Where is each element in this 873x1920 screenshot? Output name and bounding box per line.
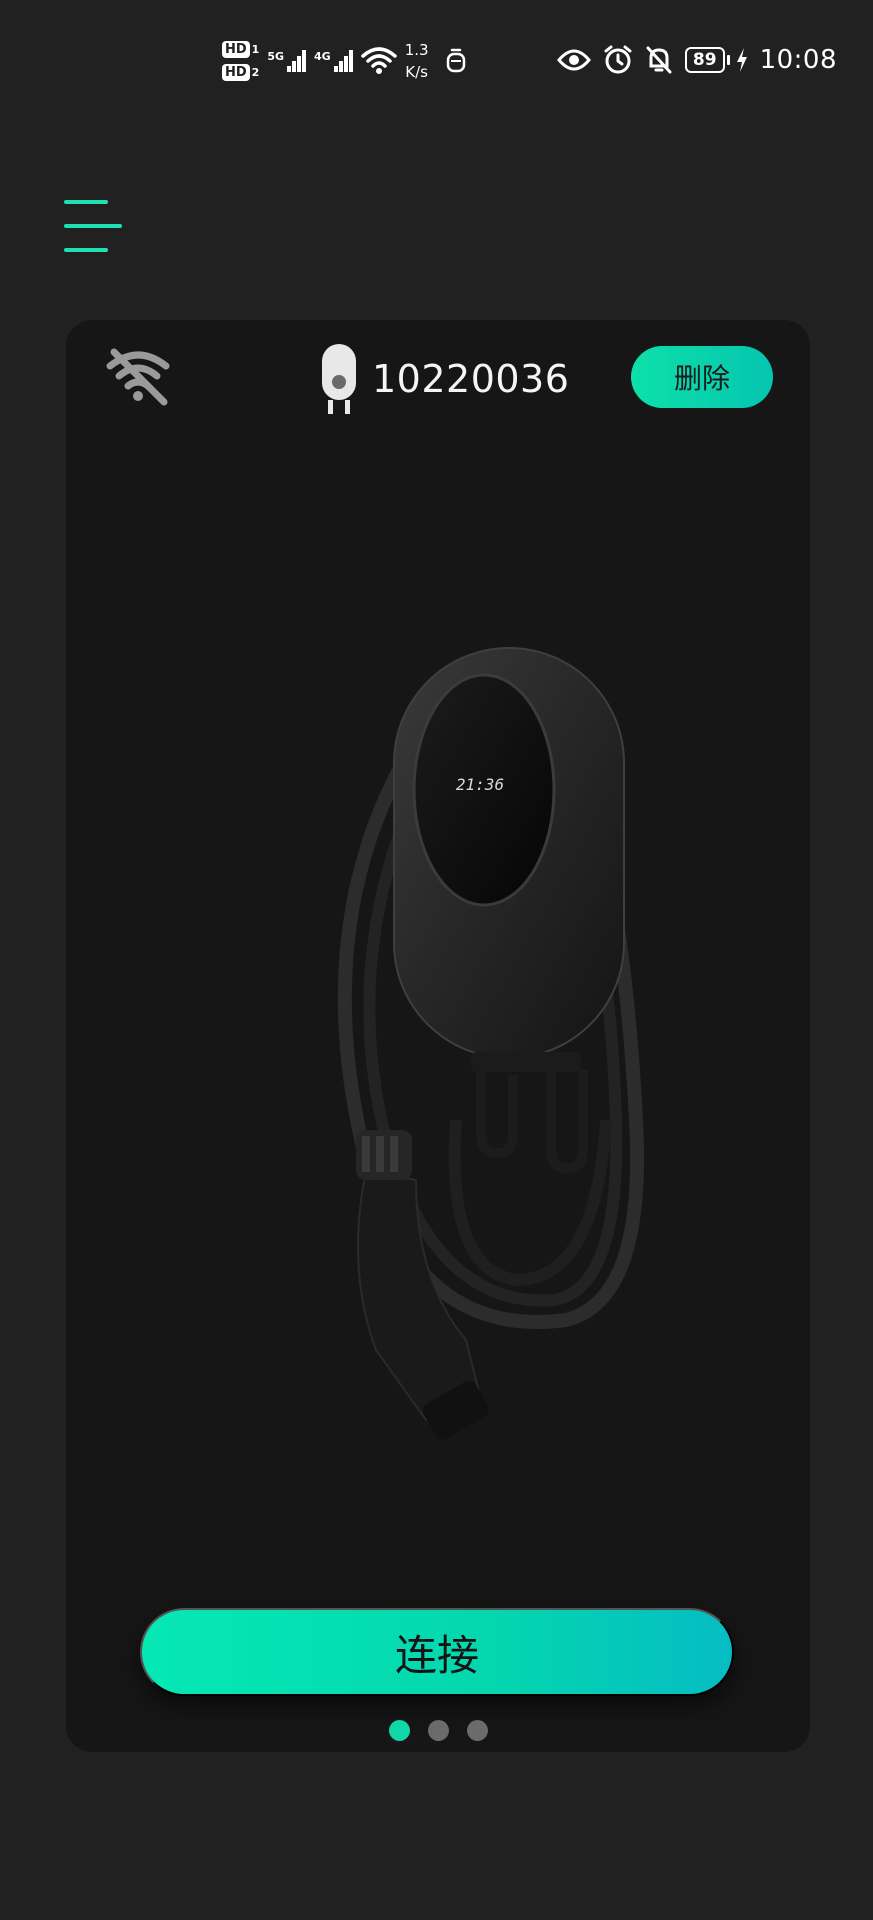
page-dot-3[interactable] (466, 1720, 488, 1741)
page-dot-1[interactable] (388, 1720, 410, 1741)
hd-badge-2: HD 2 (222, 64, 259, 81)
delete-button[interactable]: 删除 (631, 346, 773, 408)
charger-plug-icon (322, 344, 356, 414)
signal-5g-icon: 5G (267, 50, 307, 72)
clock: 10:08 (759, 45, 837, 75)
device-card: 10220036 删除 21:36 连接 (66, 320, 810, 1752)
hd-badge-1: HD 1 (222, 41, 259, 58)
nfc-icon (446, 48, 465, 73)
charger-screen-text: 21:36 (456, 775, 504, 794)
menu-icon[interactable] (64, 200, 124, 256)
battery-icon: 89 (684, 47, 730, 73)
status-bar: HD 1 HD 2 5G 4G 1.3 K/s 89 10:08 (0, 0, 873, 120)
page-dot-2[interactable] (427, 1720, 449, 1741)
wifi-off-icon (106, 348, 170, 406)
mute-bell-icon (646, 46, 672, 74)
device-id: 10220036 (372, 357, 570, 401)
signal-4g-icon: 4G (314, 50, 353, 72)
network-speed: 1.3 K/s (404, 41, 429, 81)
device-header: 10220036 (320, 342, 569, 416)
charging-bolt-icon (736, 48, 747, 72)
eye-icon (556, 49, 591, 71)
wifi-icon (360, 47, 397, 74)
alarm-icon (604, 45, 632, 74)
page-indicator (66, 1720, 810, 1741)
charger-image: 21:36 (337, 647, 645, 1440)
connect-button[interactable]: 连接 (140, 1608, 734, 1696)
